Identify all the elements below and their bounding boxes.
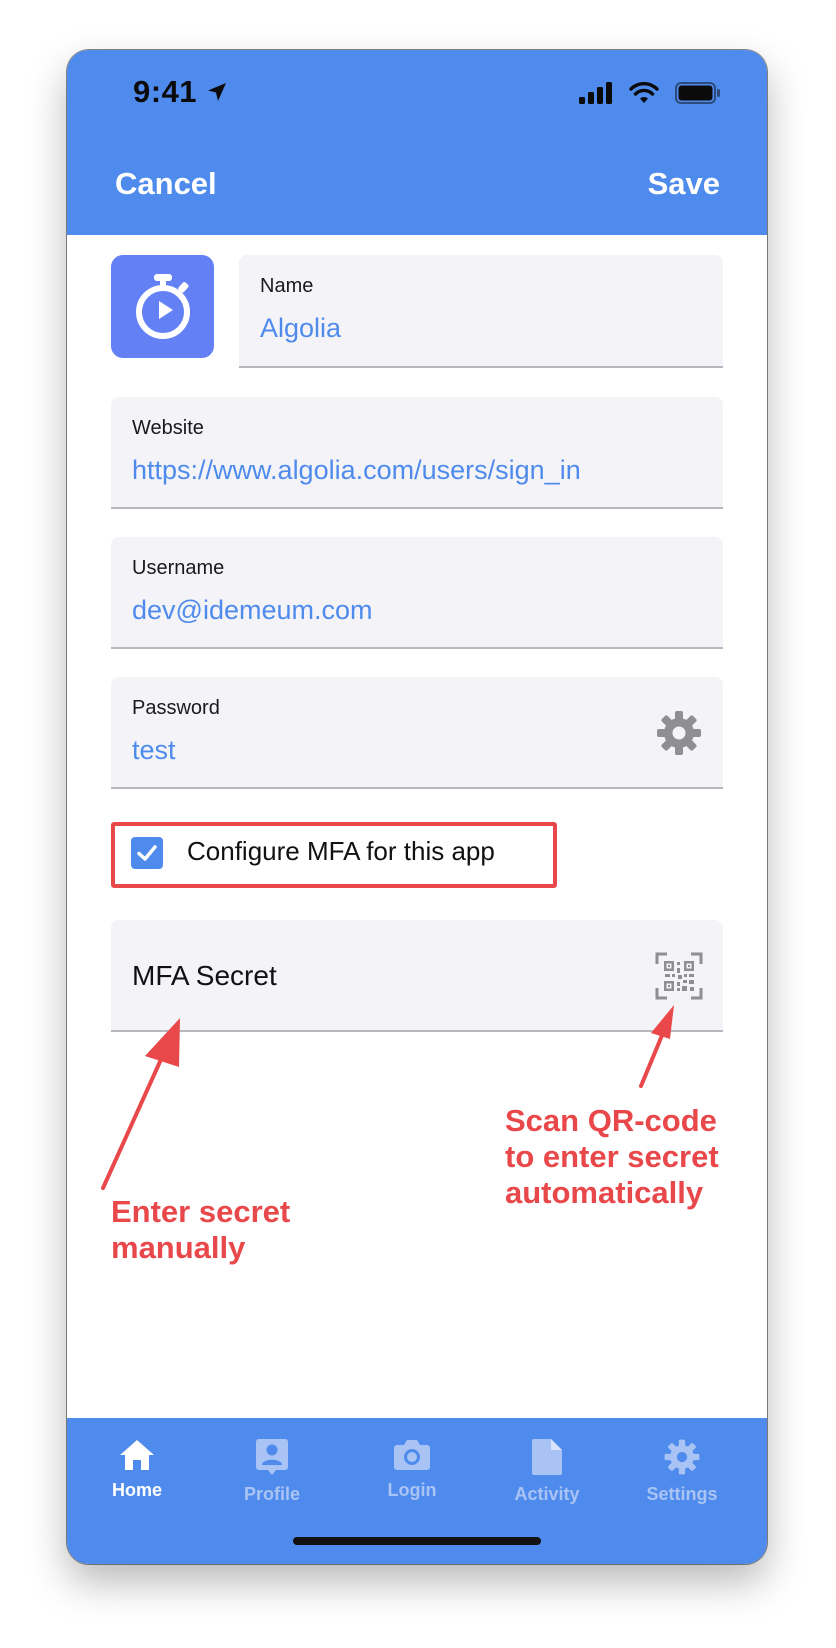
tab-settings[interactable]: Settings [622, 1438, 742, 1505]
signal-icon [579, 82, 612, 104]
status-bar-time: 9:41 [133, 74, 229, 110]
mfa-secret-placeholder[interactable]: MFA Secret [132, 960, 277, 992]
password-value[interactable]: test [132, 735, 176, 766]
name-value[interactable]: Algolia [260, 313, 341, 344]
checkmark-icon [137, 845, 157, 861]
mfa-secret-field[interactable]: MFA Secret [111, 920, 723, 1032]
save-button[interactable]: Save [648, 166, 720, 202]
annotation-line: Enter secret [111, 1194, 291, 1229]
arrow-to-mfa-field [101, 1018, 180, 1190]
website-label: Website [132, 417, 204, 439]
qr-code-icon [655, 952, 703, 1000]
app-icon[interactable] [111, 255, 214, 358]
annotation-enter-manually: Enter secret manually [111, 1194, 290, 1266]
annotation-line: to enter secret [505, 1139, 719, 1174]
camera-icon [394, 1440, 430, 1470]
annotation-line: automatically [505, 1175, 704, 1210]
username-value[interactable]: dev@idemeum.com [132, 595, 373, 626]
username-label: Username [132, 557, 225, 579]
tab-label: Login [387, 1480, 437, 1500]
home-indicator[interactable] [293, 1537, 541, 1545]
gear-icon [664, 1439, 700, 1475]
tab-profile[interactable]: Profile [212, 1438, 332, 1505]
header-bar: 9:41 Cancel Save [67, 50, 767, 235]
time-text: 9:41 [133, 74, 198, 109]
home-icon [120, 1440, 154, 1470]
qr-scan-button[interactable] [655, 952, 703, 1000]
password-label: Password [132, 697, 220, 719]
annotation-line: manually [111, 1230, 246, 1265]
wifi-icon [629, 82, 659, 103]
name-field[interactable]: Name Algolia [239, 255, 723, 368]
cancel-button[interactable]: Cancel [115, 166, 217, 202]
screenshot-canvas: 9:41 Cancel Save Name Algolia Website ht… [0, 0, 836, 1648]
mfa-checkbox[interactable] [131, 837, 163, 869]
stopwatch-icon [135, 273, 190, 339]
profile-icon [256, 1439, 288, 1475]
username-field[interactable]: Username dev@idemeum.com [111, 537, 723, 649]
tab-label: Profile [243, 1484, 300, 1504]
status-bar-indicators [579, 82, 721, 104]
password-generator-gear-icon[interactable] [655, 709, 703, 757]
tab-home[interactable]: Home [77, 1438, 197, 1501]
website-field[interactable]: Website https://www.algolia.com/users/si… [111, 397, 723, 509]
tab-label: Activity [514, 1484, 580, 1504]
document-icon [532, 1439, 562, 1475]
annotation-line: Scan QR-code [505, 1103, 717, 1138]
tab-label: Settings [646, 1484, 718, 1504]
mfa-checkbox-label[interactable]: Configure MFA for this app [187, 836, 495, 867]
annotation-scan-qr: Scan QR-code to enter secret automatical… [505, 1103, 719, 1211]
name-label: Name [260, 275, 314, 297]
gear-icon [657, 711, 701, 755]
website-value[interactable]: https://www.algolia.com/users/sign_in [132, 455, 581, 486]
password-field[interactable]: Password test [111, 677, 723, 789]
tab-activity[interactable]: Activity [487, 1438, 607, 1505]
location-arrow-icon [208, 83, 227, 101]
battery-icon [675, 82, 720, 104]
tab-label: Home [111, 1480, 162, 1500]
tab-login[interactable]: Login [352, 1438, 472, 1501]
phone-frame: 9:41 Cancel Save Name Algolia Website ht… [67, 50, 767, 1564]
